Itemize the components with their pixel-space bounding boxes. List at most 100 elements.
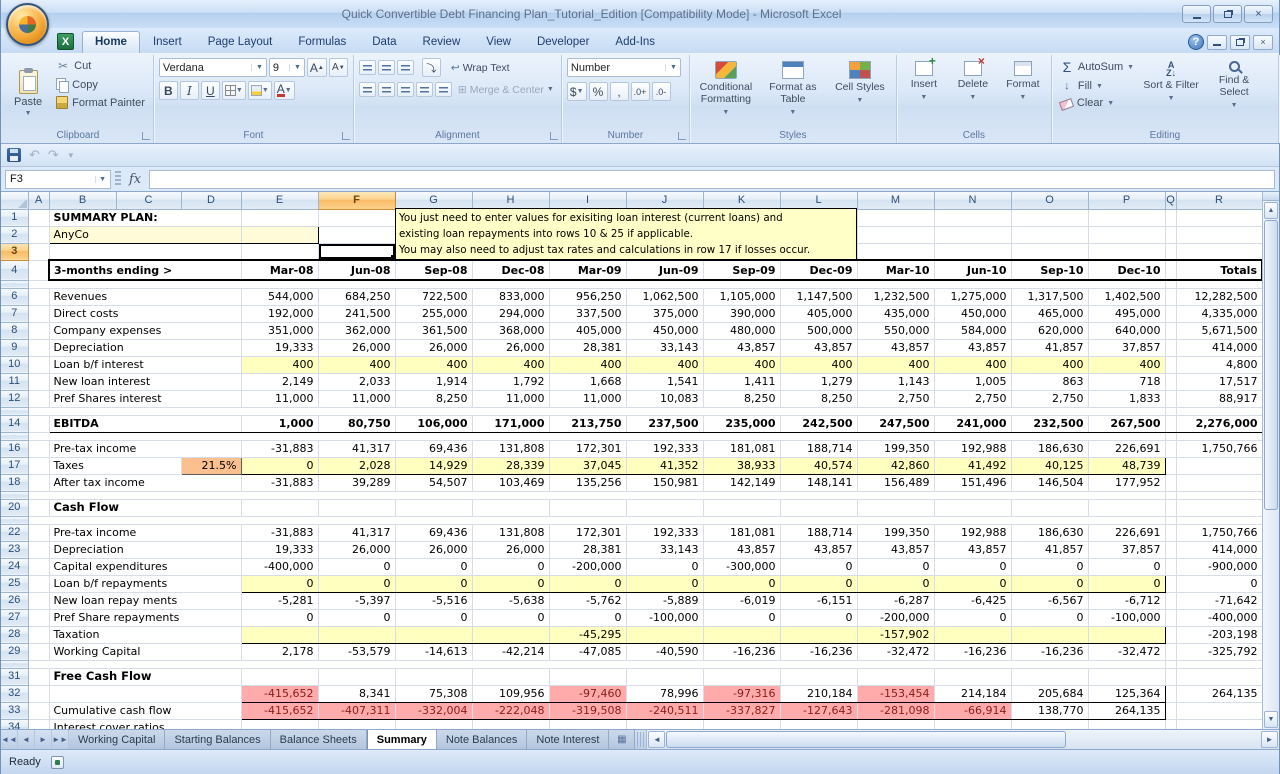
cell[interactable]: 69,436	[395, 524, 472, 541]
cell[interactable]: 400	[1011, 356, 1088, 373]
cell[interactable]	[1088, 719, 1165, 729]
doc-close-button[interactable]: ×	[1253, 35, 1273, 50]
cell[interactable]	[318, 719, 395, 729]
vertical-scroll-track[interactable]	[1263, 510, 1279, 710]
cell[interactable]: 11,000	[241, 390, 318, 407]
cell[interactable]: 151,496	[934, 474, 1011, 491]
cell-total[interactable]	[1176, 474, 1262, 491]
dialog-launcher-icon[interactable]	[550, 132, 558, 140]
row-header-22[interactable]: 22	[1, 524, 28, 541]
cell[interactable]: 43,857	[703, 339, 780, 356]
cell[interactable]	[703, 668, 780, 685]
column-header-M[interactable]: M	[857, 192, 934, 209]
cell-total[interactable]: 1,750,766	[1176, 524, 1262, 541]
cell[interactable]	[318, 226, 395, 243]
cell[interactable]	[472, 499, 549, 516]
row-header-14[interactable]: 14	[1, 415, 28, 432]
close-button[interactable]: ×	[1244, 5, 1273, 23]
cell[interactable]	[28, 685, 49, 702]
cell[interactable]: 42,860	[857, 457, 934, 474]
row-header-34[interactable]: 34	[1, 719, 28, 729]
cell[interactable]: -157,902	[857, 626, 934, 643]
cell[interactable]	[1165, 209, 1176, 226]
shrink-font-button[interactable]: A▼	[329, 58, 348, 77]
cell[interactable]: -16,236	[1011, 643, 1088, 660]
cell[interactable]	[28, 626, 49, 643]
row-header-16[interactable]: 16	[1, 440, 28, 457]
cell[interactable]: 135,256	[549, 474, 626, 491]
cell[interactable]	[28, 407, 1165, 415]
cell[interactable]	[318, 499, 395, 516]
cell[interactable]: 131,808	[472, 440, 549, 457]
cell[interactable]: 2,149	[241, 373, 318, 390]
cell[interactable]	[1165, 702, 1176, 719]
cell[interactable]	[1165, 305, 1176, 322]
cell[interactable]: 237,500	[626, 415, 703, 432]
cell-total[interactable]: -325,792	[1176, 643, 1262, 660]
cell[interactable]: 41,317	[318, 440, 395, 457]
cell[interactable]: 294,000	[472, 305, 549, 322]
cell[interactable]: 43,857	[934, 339, 1011, 356]
ribbon-tab-formulas[interactable]: Formulas	[285, 31, 359, 53]
cell[interactable]: 78,996	[626, 685, 703, 702]
cell[interactable]	[1011, 668, 1088, 685]
merge-center-button[interactable]: ⊞Merge & Center▼	[458, 84, 554, 96]
redo-button[interactable]: ↷	[48, 147, 59, 163]
cell[interactable]: 106,000	[395, 415, 472, 432]
sheet-tab-note-interest[interactable]: Note Interest	[527, 730, 609, 749]
cell[interactable]: 8,250	[395, 390, 472, 407]
insert-cells-button[interactable]: Insert ▼	[902, 58, 946, 128]
cell-month-header[interactable]: Dec-10	[1088, 260, 1165, 280]
cell[interactable]	[28, 339, 49, 356]
row-header-20[interactable]: 20	[1, 499, 28, 516]
row-header-5[interactable]: 5	[1, 280, 28, 288]
cell[interactable]	[626, 626, 703, 643]
cell[interactable]: 181,081	[703, 440, 780, 457]
cell-total[interactable]: -900,000	[1176, 558, 1262, 575]
align-bottom-icon[interactable]	[397, 60, 414, 75]
cell[interactable]: -40,590	[626, 643, 703, 660]
cell-label-pre-tax-income[interactable]: Pre-tax income	[49, 440, 241, 457]
row-header-27[interactable]: 27	[1, 609, 28, 626]
cell[interactable]: 214,184	[934, 685, 1011, 702]
row-header-2[interactable]: 2	[1, 226, 28, 243]
cell[interactable]	[1088, 243, 1165, 260]
cell[interactable]: 43,857	[780, 339, 857, 356]
cell-month-header[interactable]: Mar-10	[857, 260, 934, 280]
cell[interactable]: -6,712	[1088, 592, 1165, 609]
cell-total[interactable]: 12,282,500	[1176, 288, 1262, 305]
cell[interactable]: 351,000	[241, 322, 318, 339]
cell-total[interactable]: 2,276,000	[1176, 415, 1262, 432]
cell[interactable]	[1011, 719, 1088, 729]
cell-month-header[interactable]: Sep-08	[395, 260, 472, 280]
cell[interactable]: 192,333	[626, 440, 703, 457]
cell[interactable]	[28, 356, 49, 373]
cell[interactable]: 41,492	[934, 457, 1011, 474]
ribbon-tab-view[interactable]: View	[473, 31, 524, 53]
cell[interactable]: 37,857	[1088, 339, 1165, 356]
cell[interactable]	[1165, 260, 1176, 280]
cell-label-pref-share-repayments[interactable]: Pref Share repayments	[49, 609, 241, 626]
cell[interactable]: 405,000	[549, 322, 626, 339]
row-header-9[interactable]: 9	[1, 339, 28, 356]
cell[interactable]: 186,630	[1011, 440, 1088, 457]
cell[interactable]	[549, 668, 626, 685]
cell-total[interactable]: -400,000	[1176, 609, 1262, 626]
cell[interactable]	[1165, 226, 1176, 243]
cell[interactable]: 400	[780, 356, 857, 373]
cell[interactable]	[780, 626, 857, 643]
cell[interactable]: 450,000	[934, 305, 1011, 322]
cell[interactable]: 0	[549, 575, 626, 592]
cell[interactable]: 400	[857, 356, 934, 373]
cell-label-taxes[interactable]: Taxes	[49, 457, 181, 474]
cell[interactable]	[1011, 243, 1088, 260]
cell[interactable]	[1176, 516, 1262, 524]
cell[interactable]	[28, 305, 49, 322]
cell[interactable]	[472, 668, 549, 685]
cell[interactable]: 41,857	[1011, 541, 1088, 558]
cell[interactable]: 0	[1088, 575, 1165, 592]
cell-month-header[interactable]: Dec-08	[472, 260, 549, 280]
cell[interactable]: -319,508	[549, 702, 626, 719]
row-header-10[interactable]: 10	[1, 356, 28, 373]
cell[interactable]: 450,000	[626, 322, 703, 339]
